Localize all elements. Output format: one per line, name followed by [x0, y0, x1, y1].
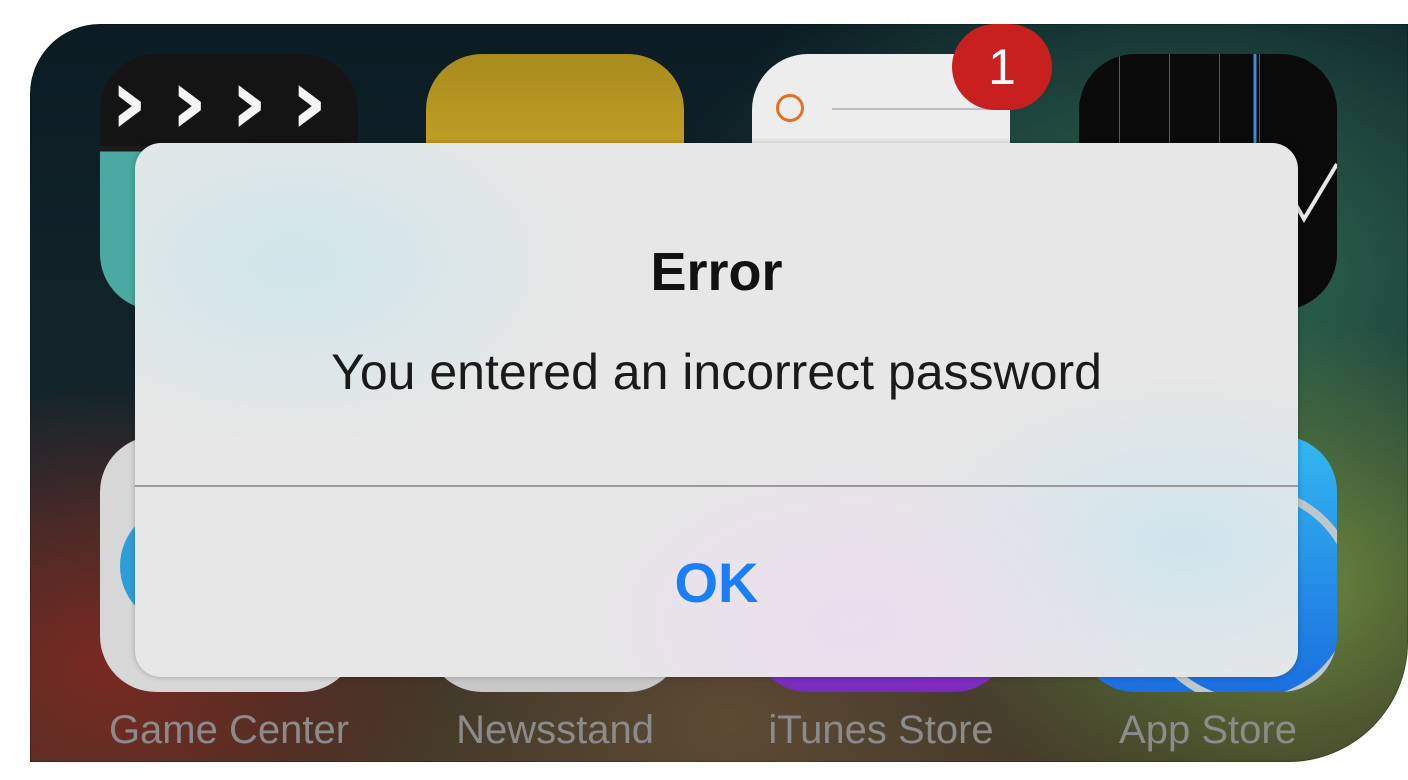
app-label-app-store: App Store [1119, 708, 1297, 752]
alert-title: Error [650, 242, 783, 302]
notification-badge: 1 [952, 24, 1052, 110]
clapperboard-icon: › › › › [100, 54, 358, 148]
error-alert-dialog: Error You entered an incorrect password … [135, 143, 1298, 677]
reminder-dot-icon [776, 94, 804, 122]
home-screen: › › › › 1 Game Center Newsstand iTunes S… [30, 24, 1408, 762]
alert-message: You entered an incorrect password [331, 344, 1102, 400]
app-label-game-center: Game Center [108, 708, 350, 752]
screenshot-frame: › › › › 1 Game Center Newsstand iTunes S… [0, 0, 1408, 780]
ok-button[interactable]: OK [135, 487, 1298, 677]
app-label-itunes-store: iTunes Store [768, 708, 994, 752]
app-label-newsstand: Newsstand [456, 708, 654, 752]
reminder-line [832, 108, 1000, 110]
